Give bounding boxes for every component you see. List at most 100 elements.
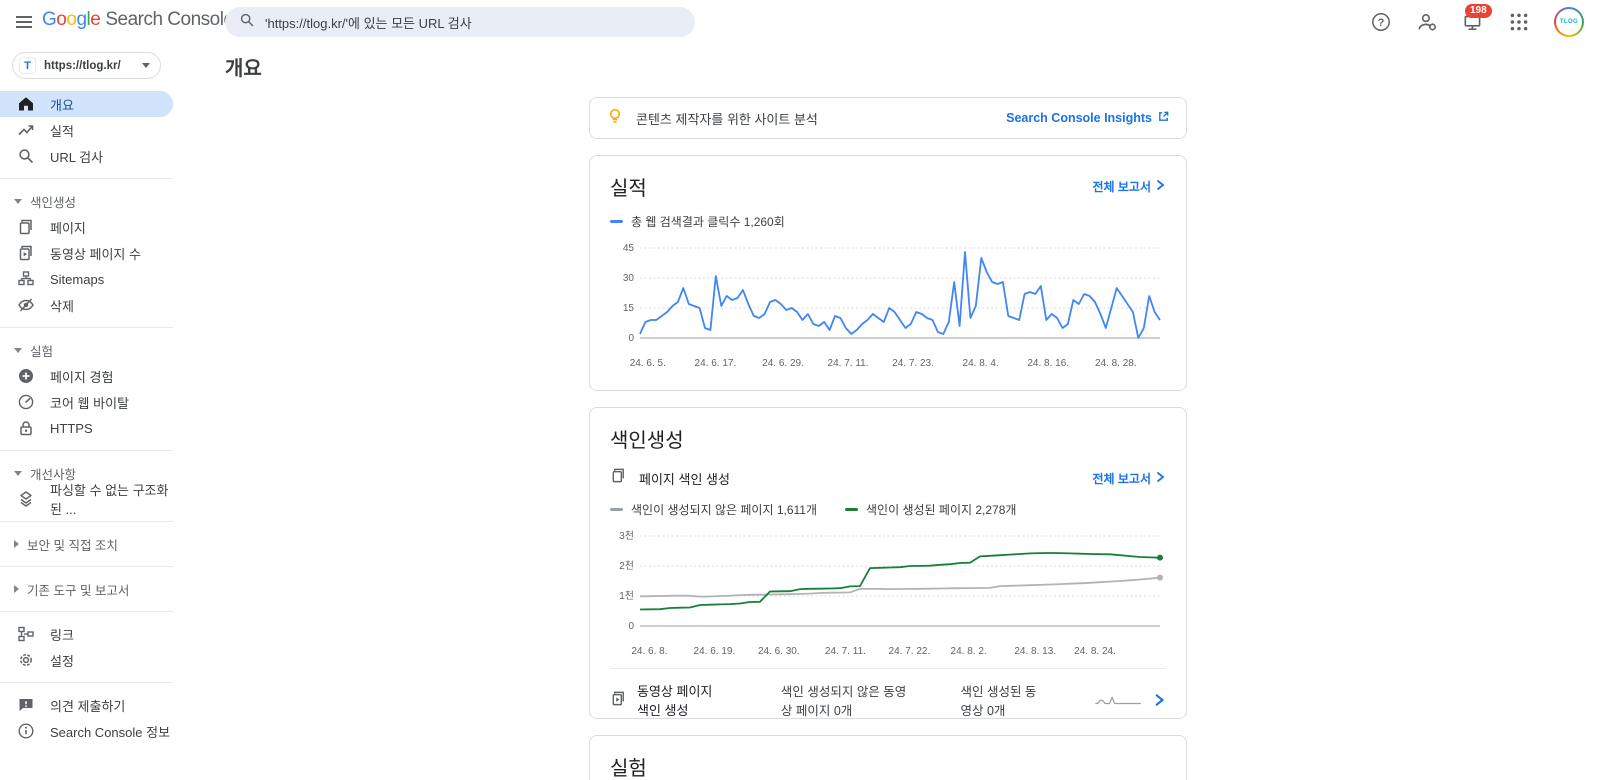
svg-text:1천: 1천 [619, 590, 634, 602]
sidebar-item-pages[interactable]: 페이지 [0, 214, 173, 240]
sidebar-section-label: 기존 도구 및 보고서 [27, 580, 129, 599]
sidebar-item-removals[interactable]: 삭제 [0, 292, 173, 318]
sidebar-divider [0, 611, 173, 612]
svg-text:24. 8. 13.: 24. 8. 13. [1014, 646, 1056, 657]
svg-text:24. 8. 28.: 24. 8. 28. [1095, 358, 1137, 369]
user-settings-icon[interactable] [1416, 11, 1438, 33]
app-logo[interactable]: GoogleSearch Console [42, 9, 234, 31]
sidebar-section-legacy-tools[interactable]: 기존 도구 및 보고서 [0, 576, 173, 602]
video-indexing-row[interactable]: 동영상 페이지 색인 생성 색인 생성되지 않은 동영상 페이지 0개 색인 생… [610, 668, 1166, 719]
svg-text:3천: 3천 [619, 530, 634, 542]
sidebar-divider [0, 682, 173, 683]
indexing-full-report-link[interactable]: 전체 보고서 [1092, 470, 1166, 487]
experience-card-title: 실험 [610, 758, 647, 780]
trending-up-icon [17, 121, 35, 139]
sidebar-item-label: 코어 웹 바이탈 [50, 393, 129, 412]
pages-icon [17, 218, 35, 236]
sidebar-item-label: URL 검사 [50, 147, 103, 166]
svg-text:24. 8. 4.: 24. 8. 4. [963, 358, 999, 369]
page-indexing-subtitle: 페이지 색인 생성 [639, 469, 730, 488]
video-indexing-label: 동영상 페이지 색인 생성 [637, 681, 727, 719]
topbar-actions: ? 198 TLOG [1370, 7, 1584, 37]
sidebar-divider [0, 566, 173, 567]
sidebar-section-indexing[interactable]: 색인생성 [0, 188, 173, 214]
sidebar-section-experience[interactable]: 실험 [0, 337, 173, 363]
sidebar-divider [0, 327, 173, 328]
sidebar-item-video-pages[interactable]: 동영상 페이지 수 [0, 240, 173, 266]
sidebar-item-sitemaps[interactable]: Sitemaps [0, 266, 173, 292]
sidebar-item-page-experience[interactable]: 페이지 경험 [0, 363, 173, 389]
search-icon [17, 147, 35, 165]
caret-right-icon [14, 540, 19, 548]
sidebar-item-label: 동영상 페이지 수 [50, 244, 141, 263]
indexed-legend: 색인이 생성된 페이지 2,278개 [845, 501, 1016, 518]
indexing-card: 색인생성 페이지 색인 생성 전체 보고서 색인이 생성되지 않은 페이지 1,… [589, 407, 1187, 719]
account-avatar[interactable]: TLOG [1554, 7, 1584, 37]
not-indexed-legend: 색인이 생성되지 않은 페이지 1,611개 [610, 501, 817, 518]
google-apps-grid-icon[interactable] [1508, 11, 1530, 33]
svg-text:24. 8. 2.: 24. 8. 2. [951, 646, 987, 657]
video-not-indexed-count: 색인 생성되지 않은 동영상 페이지 0개 [781, 681, 917, 719]
sidebar-item-label: Search Console 정보 [50, 722, 170, 741]
sidebar-item-unparsable-structured-data[interactable]: 파싱할 수 없는 구조화된 ... [0, 486, 173, 512]
gauge-icon [17, 393, 35, 411]
search-placeholder: 'https://tlog.kr/'에 있는 모든 URL 검사 [265, 13, 472, 32]
svg-text:24. 6. 30.: 24. 6. 30. [758, 646, 800, 657]
url-inspection-search-input[interactable]: 'https://tlog.kr/'에 있는 모든 URL 검사 [225, 7, 695, 37]
sidebar-item-settings[interactable]: 설정 [0, 647, 173, 673]
search-console-insights-link[interactable]: Search Console Insights [1006, 110, 1170, 126]
video-pages-icon [610, 690, 627, 710]
caret-down-icon [14, 471, 22, 476]
caret-down-icon [14, 348, 22, 353]
chevron-right-icon [1154, 179, 1166, 194]
performance-card: 실적 전체 보고서 총 웹 검색결과 클릭수 1,260회 015304524.… [589, 155, 1187, 391]
sidebar-section-security[interactable]: 보안 및 직접 조치 [0, 531, 173, 557]
svg-text:24. 6. 19.: 24. 6. 19. [694, 646, 736, 657]
sidebar-item-label: 삭제 [50, 296, 74, 315]
logo-letter: G [42, 9, 56, 30]
lock-icon [17, 419, 35, 437]
legend-dash-green [845, 508, 858, 512]
svg-text:0: 0 [628, 621, 634, 632]
sidebar-item-about[interactable]: Search Console 정보 [0, 718, 173, 744]
svg-text:15: 15 [623, 303, 635, 314]
sidebar-item-url-inspection[interactable]: URL 검사 [0, 143, 173, 169]
sidebar-item-overview[interactable]: 개요 [0, 91, 173, 117]
performance-full-report-link[interactable]: 전체 보고서 [1092, 178, 1166, 195]
svg-text:24. 7. 11.: 24. 7. 11. [825, 646, 866, 657]
structured-data-icon [17, 490, 35, 508]
notifications-icon[interactable]: 198 [1462, 11, 1484, 33]
caret-right-icon [14, 585, 19, 593]
insights-banner-text: 콘텐츠 제작자를 위한 사이트 분석 [636, 109, 994, 128]
external-link-icon [1157, 110, 1170, 126]
svg-text:0: 0 [628, 333, 634, 344]
svg-text:2천: 2천 [619, 560, 634, 572]
help-icon[interactable]: ? [1370, 11, 1392, 33]
svg-text:24. 7. 22.: 24. 7. 22. [889, 646, 931, 657]
sidebar-section-label: 색인생성 [30, 192, 76, 211]
sidebar-item-feedback[interactable]: 의견 제출하기 [0, 692, 173, 718]
chevron-down-icon [142, 63, 150, 68]
sidebar-item-label: 파싱할 수 없는 구조화된 ... [50, 480, 173, 518]
search-icon [239, 12, 255, 33]
sidebar-item-label: 페이지 [50, 218, 86, 237]
top-bar: GoogleSearch Console 'https://tlog.kr/'에… [0, 0, 1600, 44]
property-selector[interactable]: T https://tlog.kr/ [12, 52, 161, 79]
hamburger-menu-icon[interactable] [12, 10, 36, 34]
svg-text:24. 7. 23.: 24. 7. 23. [892, 358, 934, 369]
sidebar-item-label: 링크 [50, 625, 74, 644]
sidebar-divider [0, 178, 173, 179]
sidebar-item-core-web-vitals[interactable]: 코어 웹 바이탈 [0, 389, 173, 415]
sidebar-item-performance[interactable]: 실적 [0, 117, 173, 143]
sidebar-section-label: 보안 및 직접 조치 [27, 535, 118, 554]
sidebar-item-label: Sitemaps [50, 272, 104, 287]
sidebar-item-https[interactable]: HTTPS [0, 415, 173, 441]
avatar-label: TLOG [1556, 9, 1582, 35]
sitemap-icon [17, 270, 35, 288]
video-indexing-chevron-button[interactable] [1152, 693, 1166, 707]
video-indexed-count: 색인 생성된 동영상 0개 [960, 681, 1043, 719]
performance-card-title: 실적 [610, 172, 647, 201]
video-sparkline-chart [1094, 692, 1142, 708]
page-title: 개요 [225, 52, 262, 81]
sidebar-item-links[interactable]: 링크 [0, 621, 173, 647]
